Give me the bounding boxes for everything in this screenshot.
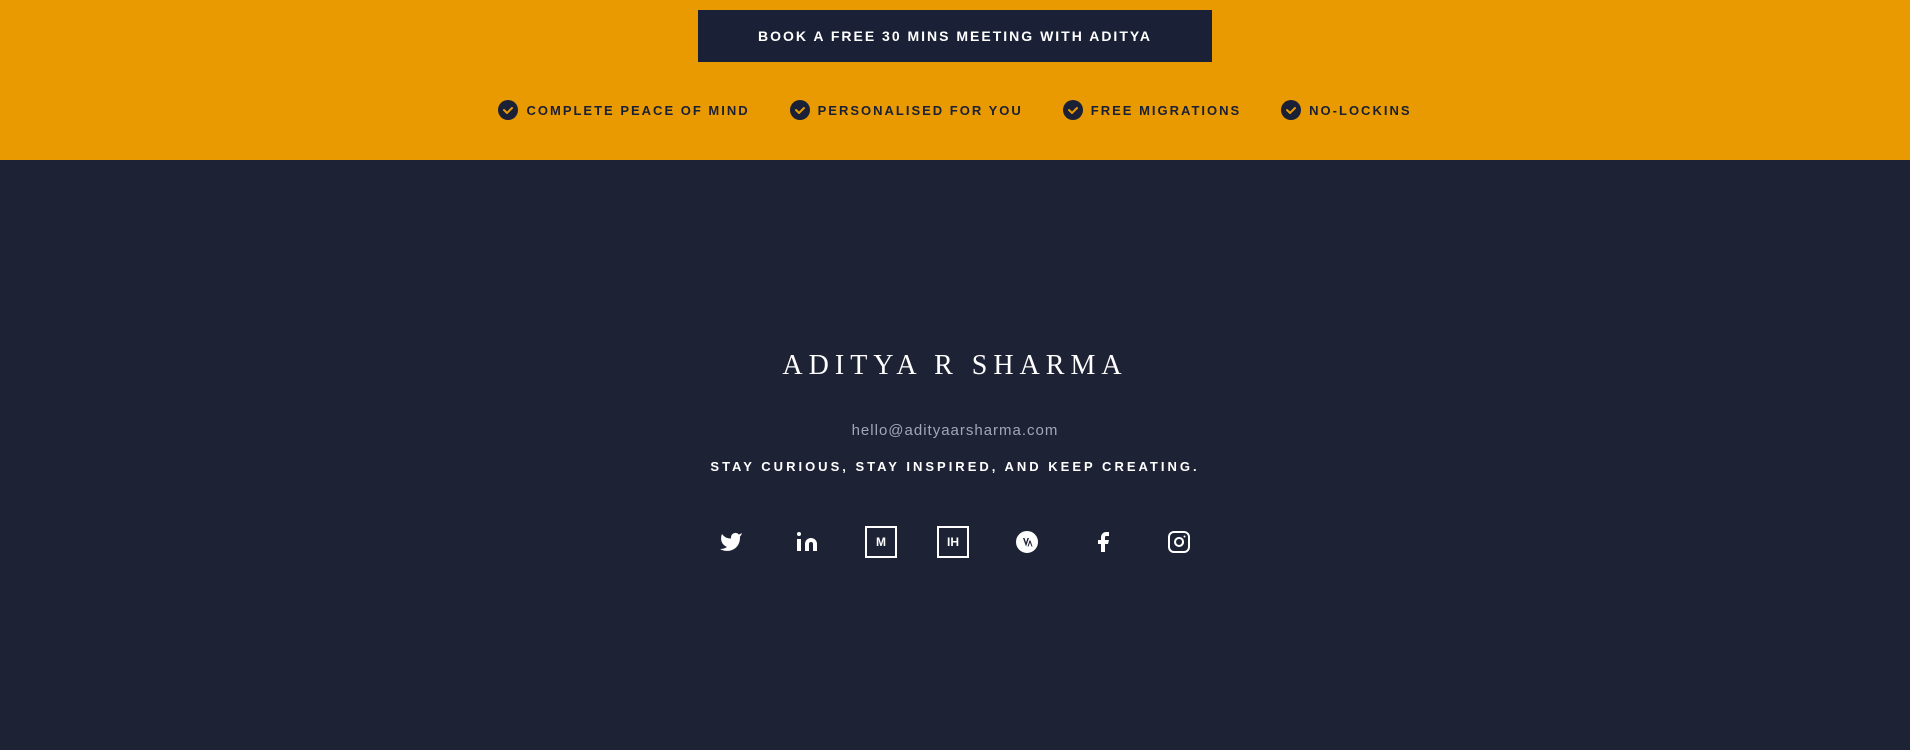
features-row: COMPLETE PEACE OF MIND PERSONALISED FOR … xyxy=(498,100,1411,120)
social-icons-row: M IH xyxy=(713,524,1197,560)
footer-name: ADITYA R SHARMA xyxy=(782,350,1127,382)
feature-text-personalised: PERSONALISED FOR YOU xyxy=(818,103,1023,118)
footer-email: hello@adityaarsharma.com xyxy=(852,422,1059,439)
feature-text-lockins: NO-LOCKINS xyxy=(1309,103,1411,118)
feature-item-lockins: NO-LOCKINS xyxy=(1281,100,1411,120)
orange-section: BOOK A FREE 30 MINS MEETING WITH ADITYA … xyxy=(0,0,1910,160)
check-icon-migrations xyxy=(1063,100,1083,120)
medium-icon[interactable]: M xyxy=(865,526,897,558)
feature-text-migrations: FREE MIGRATIONS xyxy=(1091,103,1241,118)
wordpress-icon[interactable] xyxy=(1009,524,1045,560)
linkedin-icon[interactable] xyxy=(789,524,825,560)
indiehackers-icon[interactable]: IH xyxy=(937,526,969,558)
feature-text-peace: COMPLETE PEACE OF MIND xyxy=(526,103,749,118)
instagram-icon[interactable] xyxy=(1161,524,1197,560)
facebook-icon[interactable] xyxy=(1085,524,1121,560)
check-icon-personalised xyxy=(790,100,810,120)
feature-item-personalised: PERSONALISED FOR YOU xyxy=(790,100,1023,120)
footer-section: ADITYA R SHARMA hello@adityaarsharma.com… xyxy=(0,160,1910,750)
footer-tagline: STAY CURIOUS, STAY INSPIRED, AND KEEP CR… xyxy=(710,459,1199,474)
check-icon-lockins xyxy=(1281,100,1301,120)
cta-button[interactable]: BOOK A FREE 30 MINS MEETING WITH ADITYA xyxy=(698,10,1212,62)
twitter-icon[interactable] xyxy=(713,524,749,560)
feature-item-migrations: FREE MIGRATIONS xyxy=(1063,100,1241,120)
check-icon-peace xyxy=(498,100,518,120)
feature-item-peace: COMPLETE PEACE OF MIND xyxy=(498,100,749,120)
